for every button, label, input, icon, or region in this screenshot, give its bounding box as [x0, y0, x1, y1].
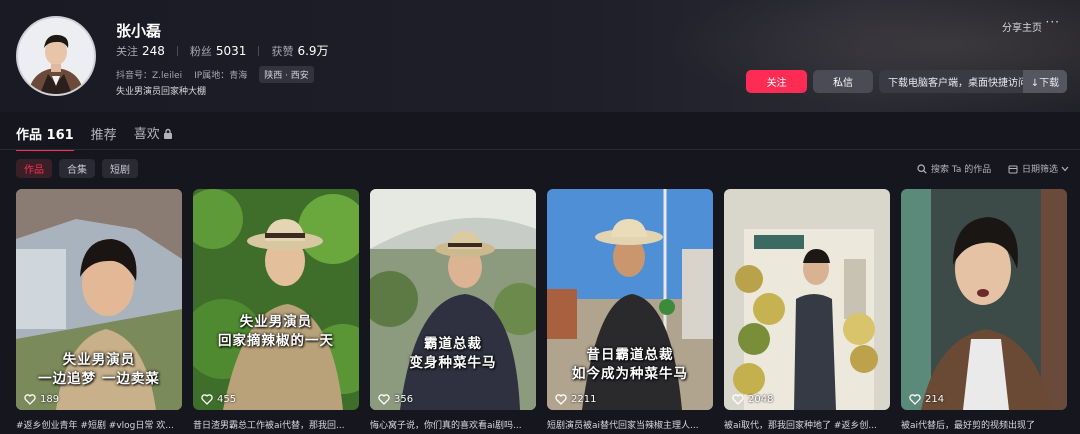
video-likes: 455 — [201, 394, 236, 405]
heart-icon — [555, 394, 567, 405]
more-options-icon[interactable]: ··· — [1046, 15, 1060, 29]
likes-count: 356 — [394, 394, 414, 405]
video-card[interactable]: 214 被ai代替后，最好剪的视频出现了 — [901, 189, 1067, 431]
video-card[interactable]: 霸道总裁 变身种菜牛马 356 悔心窝子说，你们真的喜欢看ai剧吗... — [370, 189, 536, 431]
tab-works[interactable]: 作品 161 — [16, 124, 74, 151]
chip-collections[interactable]: 合集 — [59, 159, 95, 178]
stat-value: 6.9万 — [297, 44, 329, 58]
overlay-line: 霸道总裁 — [424, 336, 482, 352]
profile-header: 张小磊 关注 248 粉丝 5031 获赞 6.9万 抖音号：Z.leilei IP属… — [0, 0, 1080, 112]
video-caption[interactable]: 被ai代替后，最好剪的视频出现了 — [901, 418, 1067, 431]
video-likes: 189 — [24, 394, 59, 405]
video-card[interactable]: 2048 被ai取代，那我回家种地了 #返乡创... — [724, 189, 890, 431]
video-title-overlay: 昔日霸道总裁 如今成为种菜牛马 — [547, 346, 713, 384]
tabs-divider — [0, 149, 1080, 150]
content-filter-chips: 作品 合集 短剧 — [16, 159, 145, 178]
tab-likes[interactable]: 喜欢 — [134, 123, 173, 151]
video-thumbnail[interactable]: 214 — [901, 189, 1067, 410]
date-filter[interactable]: 日期筛选 — [1008, 162, 1069, 175]
date-filter-label: 日期筛选 — [1022, 165, 1059, 175]
chevron-down-icon — [1061, 166, 1069, 172]
video-thumbnail[interactable]: 失业男演员 回家摘辣椒的一天 455 — [193, 189, 359, 410]
heart-icon — [909, 394, 921, 405]
search-works[interactable]: 搜索 Ta 的作品 — [917, 162, 991, 175]
video-caption[interactable]: 短剧演员被ai替代回家当辣椒主理人... — [547, 418, 713, 431]
search-placeholder: 搜索 Ta 的作品 — [931, 165, 992, 175]
chip-short-drama[interactable]: 短剧 — [102, 159, 138, 178]
video-grid: 失业男演员 一边追梦 一边卖菜 189 #返乡创业青年 #短剧 #vlog日常 … — [16, 189, 1067, 431]
profile-stats: 关注 248 粉丝 5031 获赞 6.9万 — [116, 42, 329, 59]
heart-icon — [732, 394, 744, 405]
video-title-overlay: 霸道总裁 变身种菜牛马 — [370, 335, 536, 373]
calendar-icon — [1008, 164, 1018, 174]
stat-following[interactable]: 关注 248 — [116, 43, 165, 59]
douyin-id: 抖音号：Z.leilei — [116, 71, 183, 81]
profile-bio: 失业男演员回家种大棚 — [116, 87, 207, 97]
video-caption[interactable]: 被ai取代，那我回家种地了 #返乡创... — [724, 418, 890, 431]
video-card[interactable]: 失业男演员 回家摘辣椒的一天 455 昔日渣男霸总工作被ai代替，那我回... — [193, 189, 359, 431]
stat-value: 5031 — [215, 43, 247, 58]
video-caption[interactable]: 昔日渣男霸总工作被ai代替，那我回... — [193, 418, 359, 431]
profile-meta: 抖音号：Z.leilei IP属地：青海 陕西 · 西安 — [116, 66, 314, 83]
overlay-line: 一边追梦 一边卖菜 — [38, 371, 160, 387]
download-button[interactable]: ↓下载 — [1023, 70, 1067, 93]
download-hint: 下载电脑客户端，桌面快捷访问 — [888, 78, 1028, 89]
video-likes: 356 — [378, 394, 413, 405]
share-profile-link[interactable]: 分享主页 — [1002, 19, 1042, 34]
video-card[interactable]: 昔日霸道总裁 如今成为种菜牛马 2211 短剧演员被ai替代回家当辣椒主理人..… — [547, 189, 713, 431]
download-client-banner[interactable]: 下载电脑客户端，桌面快捷访问 ↓下载 — [879, 70, 1067, 93]
divider — [258, 45, 260, 56]
video-caption[interactable]: #返乡创业青年 #短剧 #vlog日常 欢... — [16, 418, 182, 431]
tab-label: 喜欢 — [133, 127, 160, 142]
overlay-line: 回家摘辣椒的一天 — [218, 333, 334, 349]
header-background-image — [660, 0, 1080, 112]
chip-works[interactable]: 作品 — [16, 159, 52, 178]
likes-count: 214 — [925, 394, 945, 405]
follow-button[interactable]: 关注 — [746, 70, 807, 93]
overlay-line: 昔日霸道总裁 — [586, 347, 674, 363]
tab-label: 作品 161 — [16, 128, 74, 143]
stat-value: 248 — [142, 43, 165, 58]
video-card[interactable]: 失业男演员 一边追梦 一边卖菜 189 #返乡创业青年 #短剧 #vlog日常 … — [16, 189, 182, 431]
video-likes: 2048 — [732, 394, 773, 405]
video-likes: 214 — [909, 394, 944, 405]
message-button[interactable]: 私信 — [813, 70, 873, 93]
heart-icon — [201, 394, 213, 405]
likes-count: 455 — [217, 394, 237, 405]
likes-count: 189 — [40, 394, 60, 405]
likes-count: 2211 — [571, 394, 597, 405]
overlay-line: 如今成为种菜牛马 — [572, 366, 688, 382]
tab-recommend[interactable]: 推荐 — [91, 124, 117, 151]
stat-followers[interactable]: 粉丝 5031 — [190, 43, 247, 59]
overlay-line: 失业男演员 — [239, 314, 313, 330]
heart-icon — [378, 394, 390, 405]
divider — [176, 45, 178, 56]
region-tag: 陕西 · 西安 — [259, 66, 314, 83]
video-title-overlay: 失业男演员 一边追梦 一边卖菜 — [16, 351, 182, 389]
ip-location: IP属地：青海 — [194, 71, 248, 81]
stat-likes: 获赞 6.9万 — [271, 42, 328, 59]
video-thumbnail[interactable]: 2048 — [724, 189, 890, 410]
overlay-line: 失业男演员 — [62, 352, 136, 368]
profile-name: 张小磊 — [116, 22, 162, 40]
video-thumbnail[interactable]: 失业男演员 一边追梦 一边卖菜 189 — [16, 189, 182, 410]
video-thumbnail[interactable]: 昔日霸道总裁 如今成为种菜牛马 2211 — [547, 189, 713, 410]
video-caption[interactable]: 悔心窝子说，你们真的喜欢看ai剧吗... — [370, 418, 536, 431]
stat-label: 粉丝 — [189, 44, 212, 58]
lock-icon — [163, 128, 173, 143]
stat-label: 获赞 — [271, 45, 294, 58]
stat-label: 关注 — [116, 44, 138, 58]
tab-label: 推荐 — [90, 128, 117, 143]
profile-tabs: 作品 161 推荐 喜欢 — [16, 123, 190, 151]
search-icon — [917, 163, 927, 174]
video-likes: 2211 — [555, 394, 596, 405]
avatar[interactable] — [16, 16, 96, 96]
likes-count: 2048 — [748, 394, 774, 405]
overlay-line: 变身种菜牛马 — [409, 355, 497, 371]
video-thumbnail[interactable]: 霸道总裁 变身种菜牛马 356 — [370, 189, 536, 410]
video-title-overlay: 失业男演员 回家摘辣椒的一天 — [193, 313, 359, 351]
heart-icon — [24, 394, 36, 405]
